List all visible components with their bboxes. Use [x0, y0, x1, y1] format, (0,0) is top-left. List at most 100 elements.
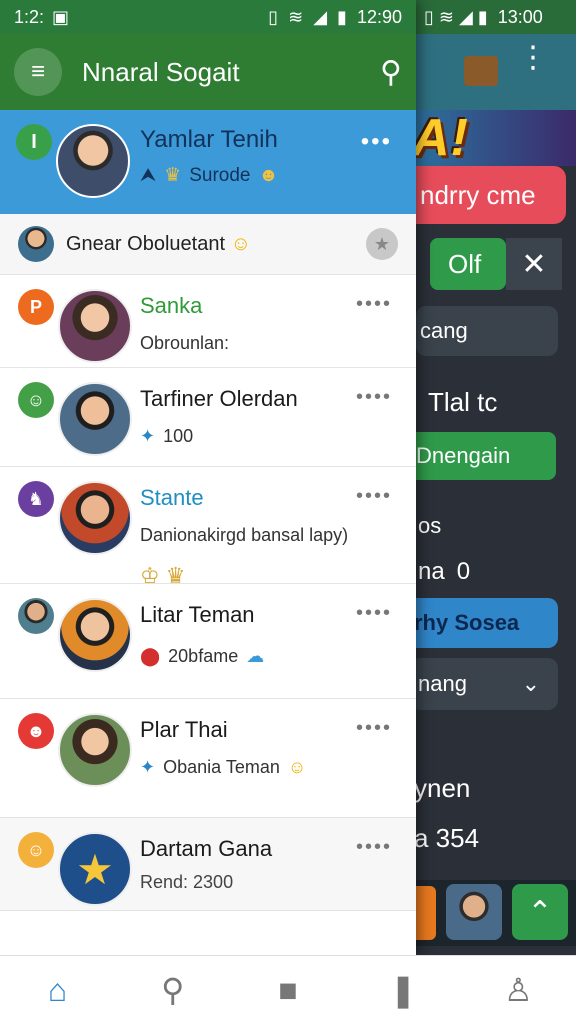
chat-item[interactable]: ☺ ★ Dartam Gana Rend: 2300 ••••: [0, 818, 416, 911]
arrow-up-icon: ⮝: [140, 164, 157, 186]
background-status-icons: ▯ ≋ ◢ ▮: [424, 6, 488, 27]
search-icon[interactable]: ⚲: [143, 960, 203, 1020]
square-icon[interactable]: ■: [258, 960, 318, 1020]
vibrate-icon: ▯: [268, 6, 279, 27]
background-dropdown-label: nang: [418, 671, 467, 696]
chat-name: Plar Thai: [140, 717, 228, 742]
background-status-bar: ▯ ≋ ◢ ▮ 13:00: [416, 0, 576, 34]
background-label-1: Tlal tc: [428, 386, 498, 417]
app-bar: ≡ Nnaral Sogait ⚲: [0, 34, 416, 110]
chat-item[interactable]: ☺ Tarfiner Olerdan ✦ 100 ••••: [0, 368, 416, 467]
bottom-navigation: ⌂ ⚲ ■ ❚ ♙: [0, 955, 576, 1024]
background-dropdown[interactable]: nang ⌄: [410, 658, 558, 710]
more-icon[interactable]: ••••: [356, 717, 392, 740]
profile-header[interactable]: I Yamlar Tenih ⮝ ♛ Surode ☻ •••: [0, 110, 416, 214]
chat-badge-icon: ♞: [18, 481, 54, 517]
notification-icon: ▣: [52, 6, 70, 27]
profile-subtitle: ⮝ ♛ Surode ☻: [140, 164, 278, 187]
account-label-text: Gnear Oboluetant: [66, 232, 225, 255]
profile-avatar[interactable]: [56, 124, 130, 198]
chat-name: Litar Teman: [140, 602, 255, 627]
background-field-1[interactable]: cang: [416, 306, 558, 356]
background-app-bar: ⋮: [416, 34, 576, 110]
chat-item[interactable]: Litar Teman ⬤ 20bfame ☁ ••••: [0, 584, 416, 699]
background-label-3-text: na: [418, 558, 445, 585]
chat-item[interactable]: ☻ Plar Thai ✦ Obania Teman ☺ ••••: [0, 699, 416, 818]
chat-badge-icon: ☺: [18, 382, 54, 418]
background-button-blue[interactable]: rhy Sosea: [406, 598, 558, 648]
chat-name: Tarfiner Olerdan: [140, 386, 298, 411]
chevron-down-icon: ⌄: [521, 671, 540, 696]
background-label-2: os: [418, 513, 442, 538]
chat-badge-icon: ☺: [18, 832, 54, 868]
wifi-icon: ≋: [288, 6, 304, 27]
background-label-3: na 0: [418, 554, 470, 590]
chat-badge-icon: ☻: [18, 713, 54, 749]
profile-badge: I: [16, 124, 52, 160]
chat-item[interactable]: ♞ Stante Danionakirgd bansal lapy) ♔ ♛ •…: [0, 467, 416, 588]
more-icon[interactable]: ••••: [356, 836, 392, 859]
background-button-red[interactable]: ndrry cme: [400, 166, 566, 224]
chat-message: Rend: 2300: [140, 872, 234, 892]
chat-message-text: 20bfame: [168, 646, 239, 666]
background-more-icon[interactable]: ⋮: [518, 43, 548, 73]
more-icon[interactable]: ••••: [356, 293, 392, 316]
signal-icon: ◢: [313, 6, 328, 27]
profile-subtitle-text: Surode: [189, 164, 251, 186]
crown-icon: ♛: [164, 165, 182, 186]
background-toggle-off[interactable]: Olf: [430, 238, 506, 290]
more-icon[interactable]: ••••: [356, 386, 392, 409]
app-title: Nnaral Sogait: [82, 56, 240, 87]
status-left: 1:2: ▣: [14, 7, 69, 28]
pin-icon: ⬤: [140, 646, 161, 666]
bookmark-icon[interactable]: ❚: [373, 960, 433, 1020]
battery-icon: ▮: [337, 6, 347, 27]
chat-badge-icon: P: [18, 289, 54, 325]
search-icon[interactable]: ⚲: [380, 55, 402, 90]
chat-badge-avatar: [18, 598, 54, 634]
chat-message: ⬤ 20bfame ☁: [140, 646, 264, 667]
background-game-icon[interactable]: [464, 56, 498, 86]
chat-name: Dartam Gana: [140, 836, 273, 861]
background-bottom-bar: ⌃: [416, 880, 576, 946]
chat-avatar: [58, 713, 132, 787]
more-icon[interactable]: ••••: [356, 602, 392, 625]
sparkle-icon: ✦: [140, 426, 156, 446]
status-right: ▯ ≋ ◢ ▮ 12:90: [268, 7, 402, 28]
background-label-3-value: 0: [456, 558, 471, 585]
chat-message-text: Obania Teman: [163, 757, 280, 777]
chat-message-text: 100: [163, 426, 194, 446]
chat-avatar: [58, 598, 132, 672]
background-status-time: 13:00: [497, 6, 543, 27]
chat-avatar: [58, 382, 132, 456]
emoji-icon: ☺: [287, 757, 307, 777]
chat-name: Stante: [140, 485, 204, 510]
home-icon[interactable]: ⌂: [28, 960, 88, 1020]
background-label-4: ynen: [414, 772, 471, 803]
background-avatar-thumb[interactable]: [446, 884, 502, 940]
account-label: Gnear Oboluetant ☺: [66, 233, 366, 256]
menu-icon[interactable]: ≡: [14, 48, 62, 96]
profile-icon[interactable]: ♙: [488, 960, 548, 1020]
more-icon[interactable]: •••: [361, 128, 392, 156]
more-icon[interactable]: ••••: [356, 485, 392, 508]
star-avatar-icon: ★: [58, 832, 132, 906]
chat-item[interactable]: P Sanka Obrounlan: ••••: [0, 275, 416, 368]
background-up-icon[interactable]: ⌃: [512, 884, 568, 940]
status-time-left: 1:2:: [14, 6, 45, 27]
account-row[interactable]: Gnear Oboluetant ☺ ★: [0, 214, 416, 275]
background-orange-button[interactable]: [416, 886, 436, 940]
chat-avatar: [58, 481, 132, 555]
star-icon[interactable]: ★: [366, 228, 398, 260]
background-button-green[interactable]: Dnengain: [406, 432, 556, 480]
background-label-5: a 354: [414, 822, 480, 853]
chat-avatar: [58, 289, 132, 363]
account-avatar: [18, 226, 54, 262]
background-close-icon[interactable]: ✕: [506, 238, 562, 290]
chat-message: ✦ Obania Teman ☺: [140, 757, 306, 778]
emoji-icon: ☻: [258, 164, 279, 186]
status-bar: 1:2: ▣ ▯ ≋ ◢ ▮ 12:90: [0, 0, 416, 34]
cloud-icon: ☁: [246, 646, 265, 666]
status-time-right: 12:90: [356, 6, 402, 27]
navigation-drawer: 1:2: ▣ ▯ ≋ ◢ ▮ 12:90 ≡ Nnaral Sogait ⚲ I…: [0, 0, 416, 956]
